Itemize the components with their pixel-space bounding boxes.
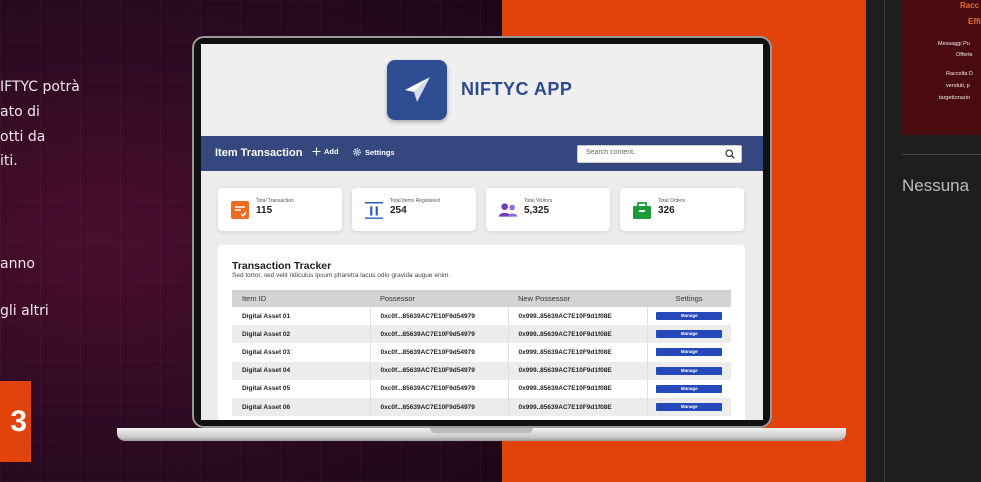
item-id-cell: Digital Asset 01 <box>232 307 370 326</box>
orders-icon <box>632 200 652 220</box>
promo-banner[interactable]: Racc Effi Messaggi Pu Offerte Raccolta D… <box>902 0 981 135</box>
manage-button[interactable]: Manage <box>656 366 723 375</box>
settings-cell: Manage <box>646 379 731 398</box>
table-row[interactable]: Digital Asset 03 0xc0f...85639AC7E10F9d5… <box>232 343 731 362</box>
stat-label: Total Transaction <box>256 198 294 204</box>
possessor-cell: 0xc0f...85639AC7E10F9d54979 <box>369 361 508 380</box>
table-row[interactable]: Digital Asset 01 0xc0f...85639AC7E10F9d5… <box>232 307 731 326</box>
gear-icon <box>353 148 361 156</box>
item-id-cell: Digital Asset 02 <box>232 325 370 344</box>
hero-text-line: iti. <box>0 153 18 169</box>
app-logo[interactable] <box>387 60 447 120</box>
promo-title: Racc <box>960 1 980 10</box>
manage-button[interactable]: Manage <box>656 330 723 339</box>
item-id-cell: Digital Asset 04 <box>232 361 370 380</box>
hero-text-line: otti da <box>0 129 46 145</box>
sidebar-divider <box>884 0 885 482</box>
add-button[interactable]: Add <box>312 147 339 156</box>
table-row[interactable]: Digital Asset 04 0xc0f...85639AC7E10F9d5… <box>232 361 731 380</box>
table-row[interactable]: Digital Asset 02 0xc0f...85639AC7E10F9d5… <box>232 325 731 344</box>
laptop-notch <box>430 428 533 433</box>
transaction-table: Item ID Possessor New Possessor Settings… <box>232 290 731 417</box>
new-possessor-cell: 0x999..85639AC7E10F9d1f08E <box>507 361 647 380</box>
stat-value: 115 <box>256 205 273 216</box>
manage-button[interactable]: Manage <box>656 403 723 412</box>
empty-message: Nessuna <box>902 176 970 195</box>
plus-icon <box>312 147 321 156</box>
column-header[interactable]: New Possessor <box>508 290 647 307</box>
table-header-row: Item ID Possessor New Possessor Settings <box>232 290 731 307</box>
settings-cell: Manage <box>646 397 731 417</box>
add-label: Add <box>324 147 339 156</box>
manage-button[interactable]: Manage <box>656 312 723 321</box>
hero-text-line: gli altri <box>0 303 49 319</box>
stat-card-visitors[interactable]: Total Visitors 5,325 <box>486 188 610 231</box>
new-possessor-cell: 0x999..85639AC7E10F9d1f08E <box>507 343 647 362</box>
possessor-cell: 0xc0f...85639AC7E10F9d54979 <box>369 379 508 398</box>
possessor-cell: 0xc0f...85639AC7E10F9d54979 <box>369 325 508 344</box>
search-icon[interactable] <box>725 149 735 159</box>
app-name: NIFTYC APP <box>461 79 573 99</box>
hero-text-line: anno <box>0 256 35 272</box>
promo-text: venduti, p <box>946 83 970 89</box>
settings-button[interactable]: Settings <box>352 147 395 157</box>
items-icon <box>364 200 384 220</box>
settings-cell: Manage <box>646 325 731 344</box>
settings-cell: Manage <box>646 307 731 326</box>
number-badge: 3 <box>0 381 31 462</box>
hero-text-line: ato di <box>0 104 40 120</box>
promo-title: Effi <box>968 17 981 26</box>
tracker-title: Transaction Tracker <box>232 260 332 272</box>
settings-label: Settings <box>365 147 395 157</box>
settings-cell: Manage <box>646 343 731 362</box>
column-header[interactable]: Possessor <box>370 290 508 307</box>
item-id-cell: Digital Asset 05 <box>232 379 370 398</box>
visitors-icon <box>498 200 518 220</box>
page-title: Item Transaction <box>215 147 303 159</box>
transaction-icon <box>230 200 250 220</box>
table-row[interactable]: Digital Asset 05 0xc0f...85639AC7E10F9d5… <box>232 379 731 398</box>
stat-card-orders[interactable]: Total Orders 326 <box>620 188 744 231</box>
app-screen: NIFTYC APP Item Transaction Add Settings <box>201 44 763 420</box>
new-possessor-cell: 0x999..85639AC7E10F9d1f08E <box>507 379 647 398</box>
hero-text-line: IFTYC potrà <box>0 79 80 95</box>
stat-label: Total Visitors <box>524 198 553 204</box>
promo-text: Offerte <box>956 52 973 58</box>
stat-value: 254 <box>390 205 407 216</box>
sidebar-separator <box>902 154 981 155</box>
transaction-tracker: Transaction Tracker Sed tortor, sed veli… <box>218 245 745 420</box>
column-header[interactable]: Settings <box>647 290 731 307</box>
promo-text: targetizzazio <box>939 95 970 101</box>
item-id-cell: Digital Asset 06 <box>232 397 370 417</box>
column-header[interactable]: Item ID <box>232 290 370 307</box>
promo-text: Messaggi Pu <box>938 41 970 47</box>
stat-value: 326 <box>658 205 675 216</box>
table-row[interactable]: Digital Asset 06 0xc0f...85639AC7E10F9d5… <box>232 397 731 417</box>
item-id-cell: Digital Asset 03 <box>232 343 370 362</box>
new-possessor-cell: 0x999..85639AC7E10F9d1f08E <box>507 325 647 344</box>
paper-plane-icon <box>405 77 430 102</box>
settings-cell: Manage <box>646 361 731 380</box>
promo-text: Raccolta D <box>946 71 973 77</box>
new-possessor-cell: 0x999..85639AC7E10F9d1f08E <box>507 307 647 326</box>
possessor-cell: 0xc0f...85639AC7E10F9d54979 <box>369 343 508 362</box>
stat-label: Total Orders <box>658 198 686 204</box>
app-header: NIFTYC APP <box>201 44 763 136</box>
possessor-cell: 0xc0f...85639AC7E10F9d54979 <box>369 397 508 417</box>
new-possessor-cell: 0x999..85639AC7E10F9d1f08E <box>507 397 647 417</box>
search-box <box>577 145 742 163</box>
tracker-subtitle: Sed tortor, sed velit ridiculus ipsum ph… <box>232 272 451 279</box>
navbar: Item Transaction Add Settings <box>201 136 763 171</box>
laptop-base <box>117 428 846 441</box>
stat-card-items[interactable]: Total Items Registered 254 <box>352 188 476 231</box>
stat-card-transactions[interactable]: Total Transaction 115 <box>218 188 342 231</box>
manage-button[interactable]: Manage <box>656 348 723 357</box>
stat-label: Total Items Registered <box>390 198 440 204</box>
search-input[interactable] <box>586 149 716 156</box>
stat-value: 5,325 <box>524 205 550 216</box>
possessor-cell: 0xc0f...85639AC7E10F9d54979 <box>369 307 508 326</box>
manage-button[interactable]: Manage <box>656 384 723 393</box>
